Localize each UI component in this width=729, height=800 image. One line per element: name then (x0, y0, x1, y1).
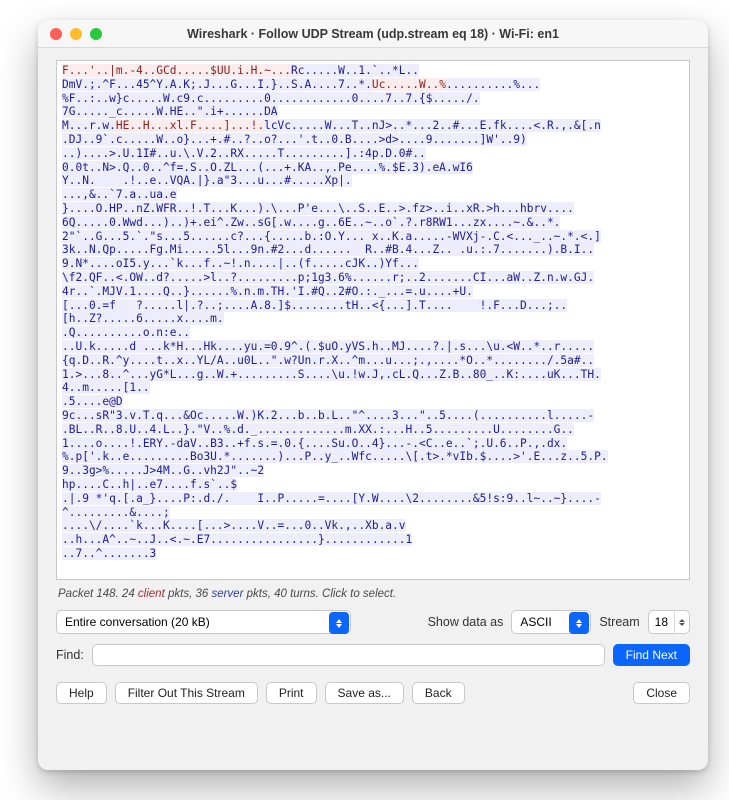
back-button[interactable]: Back (412, 682, 465, 704)
show-data-as-value: ASCII (520, 615, 551, 629)
filter-out-stream-button[interactable]: Filter Out This Stream (115, 682, 258, 704)
stream-stepper[interactable]: 18 (648, 610, 690, 634)
minimize-window-icon[interactable] (70, 28, 82, 40)
print-button[interactable]: Print (266, 682, 317, 704)
save-as-button[interactable]: Save as... (325, 682, 404, 704)
fullscreen-window-icon[interactable] (90, 28, 102, 40)
stream-label: Stream (599, 615, 639, 629)
find-label: Find: (56, 648, 84, 662)
chevron-updown-icon (329, 612, 349, 634)
stream-text-area[interactable]: F...'..|m.-4..GCd.....$UU.i.H.~...Rc....… (56, 60, 690, 580)
packet-summary: Packet 148. 24 client pkts, 36 server pk… (58, 588, 690, 600)
find-input[interactable] (92, 644, 605, 666)
conversation-select-value: Entire conversation (20 kB) (65, 615, 210, 629)
chevron-updown-icon (569, 612, 589, 634)
stepper-arrows-icon (674, 611, 689, 633)
close-window-icon[interactable] (50, 28, 62, 40)
window-title: Wireshark · Follow UDP Stream (udp.strea… (38, 27, 708, 41)
show-data-as-label: Show data as (428, 615, 504, 629)
help-button[interactable]: Help (56, 682, 107, 704)
conversation-select[interactable]: Entire conversation (20 kB) (56, 610, 351, 634)
titlebar: Wireshark · Follow UDP Stream (udp.strea… (38, 20, 708, 48)
find-next-button[interactable]: Find Next (613, 644, 690, 666)
close-button[interactable]: Close (633, 682, 690, 704)
stream-value: 18 (649, 615, 674, 629)
show-data-as-select[interactable]: ASCII (511, 610, 591, 634)
